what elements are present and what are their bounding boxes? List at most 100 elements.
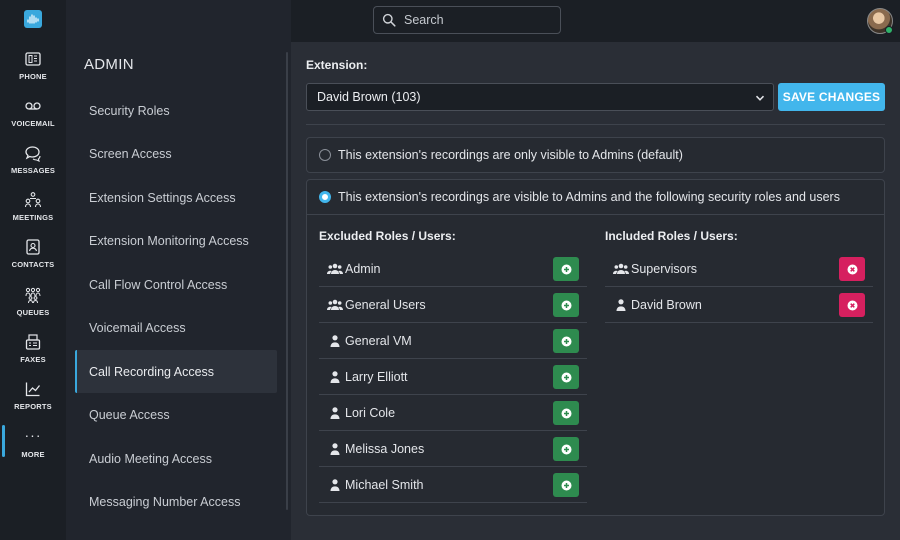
fax-icon [25,334,41,350]
admin-item-security-roles[interactable]: Security Roles [75,89,277,132]
rail-label: PHONE [19,72,47,81]
remove-button[interactable] [839,293,865,317]
radio-admins-only[interactable] [319,149,331,161]
queues-icon [25,287,41,304]
list-item-name: Admin [345,261,381,276]
group-icon [613,263,629,274]
user-icon [330,334,340,347]
add-button[interactable] [553,437,579,461]
save-changes-button[interactable]: SAVE CHANGES [778,83,885,111]
rail-item-meetings[interactable]: MEETINGS [0,191,66,237]
extension-label: Extension: [306,58,368,72]
group-icon [327,299,343,310]
add-button[interactable] [553,365,579,389]
list-item-name: Michael Smith [345,477,424,492]
included-list: Supervisors David Brown [605,251,873,323]
phone-icon [25,52,41,66]
user-icon [616,298,626,311]
admin-item-voicemail-access[interactable]: Voicemail Access [75,306,277,349]
user-icon [330,406,340,419]
add-button[interactable] [553,473,579,497]
option-custom-label: This extension's recordings are visible … [338,190,840,204]
rail-item-more[interactable]: ··· MORE [0,428,66,474]
add-button[interactable] [553,401,579,425]
contacts-icon [26,239,40,255]
divider [307,214,884,215]
rail-label: MESSAGES [10,166,56,175]
radio-custom[interactable] [319,191,331,203]
excluded-heading: Excluded Roles / Users: [319,229,456,243]
admin-item-screen-access[interactable]: Screen Access [75,132,277,175]
rail-item-faxes[interactable]: FAXES [0,333,66,379]
search-input[interactable] [404,13,554,27]
extension-select-value: David Brown (103) [317,90,421,104]
user-icon [330,442,340,455]
meetings-icon [24,192,42,208]
admin-item-queue-access[interactable]: Queue Access [75,393,277,436]
plus-circle-icon [561,408,571,418]
group-icon [327,263,343,274]
extension-select[interactable]: David Brown (103) [306,83,774,111]
search-icon [382,13,396,27]
option-admins-only-label: This extension's recordings are only vis… [338,148,683,162]
rail-item-voicemail[interactable]: VOICEMAIL [0,97,66,143]
reports-icon [25,382,41,397]
admin-item-audio-meeting-access[interactable]: Audio Meeting Access [75,437,277,480]
plus-circle-icon [561,372,571,382]
search-box[interactable] [373,6,561,34]
option-custom: This extension's recordings are visible … [306,179,885,516]
rail-label: VOICEMAIL [11,119,55,128]
admin-scrollbar[interactable] [286,52,288,510]
list-item: General Users [319,287,587,323]
list-item: Lori Cole [319,395,587,431]
list-item: General VM [319,323,587,359]
list-item-name: Melissa Jones [345,441,425,456]
list-item-name: David Brown [631,297,702,312]
rail-item-queues[interactable]: QUEUES [0,286,66,332]
rail-label: MORE [21,450,45,459]
list-item-name: Larry Elliott [345,369,408,384]
list-item-name: Lori Cole [345,405,396,420]
list-item-name: General Users [345,297,426,312]
plus-circle-icon [561,300,571,310]
rail-item-reports[interactable]: REPORTS [0,380,66,426]
rail-item-phone[interactable]: PHONE [0,50,66,96]
app-rail: PHONE VOICEMAIL MESSAGES MEETINGS CONTAC… [0,0,66,540]
user-icon [330,370,340,383]
voicemail-icon [25,102,41,110]
add-button[interactable] [553,329,579,353]
plus-circle-icon [561,264,571,274]
rail-item-messages[interactable]: MESSAGES [0,144,66,190]
list-item: Larry Elliott [319,359,587,395]
close-circle-icon [847,300,857,310]
list-item-name: General VM [345,333,412,348]
admin-item-call-recording-access[interactable]: Call Recording Access [75,350,277,393]
list-item: David Brown [605,287,873,323]
list-item: Melissa Jones [319,431,587,467]
divider [306,124,885,125]
remove-button[interactable] [839,257,865,281]
plus-circle-icon [561,336,571,346]
rail-item-contacts[interactable]: CONTACTS [0,238,66,284]
rail-label: MEETINGS [12,213,54,222]
app-logo-icon[interactable] [24,10,42,28]
add-button[interactable] [553,293,579,317]
close-circle-icon [847,264,857,274]
main-panel: Extension: David Brown (103) SAVE CHANGE… [291,42,900,540]
admin-item-extension-settings-access[interactable]: Extension Settings Access [75,176,277,219]
excluded-list: Admin General Users General VM Larry Ell… [319,251,587,503]
plus-circle-icon [561,480,571,490]
list-item: Admin [319,251,587,287]
messages-icon [25,146,41,162]
list-item-name: Supervisors [631,261,697,276]
online-status-badge [885,26,893,34]
option-admins-only: This extension's recordings are only vis… [306,137,885,173]
included-heading: Included Roles / Users: [605,229,738,243]
plus-circle-icon [561,444,571,454]
option-admins-only-row[interactable]: This extension's recordings are only vis… [307,138,884,172]
admin-item-extension-monitoring-access[interactable]: Extension Monitoring Access [75,219,277,262]
add-button[interactable] [553,257,579,281]
admin-item-messaging-number-access[interactable]: Messaging Number Access [75,480,277,523]
admin-item-call-flow-control-access[interactable]: Call Flow Control Access [75,263,277,306]
option-custom-row[interactable]: This extension's recordings are visible … [307,180,884,214]
